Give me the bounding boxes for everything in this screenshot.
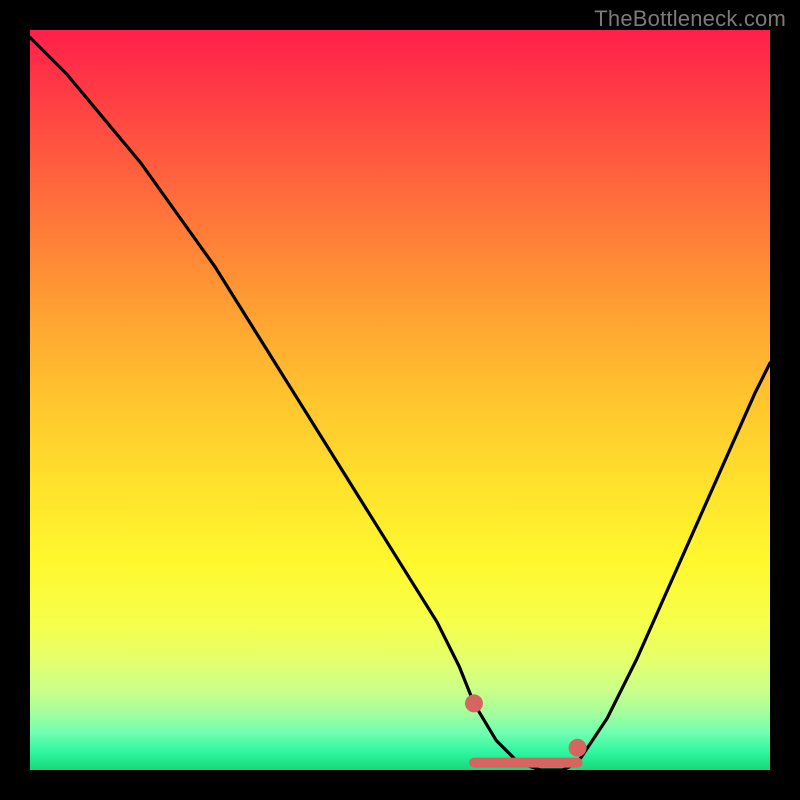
chart-svg (30, 30, 770, 770)
outer-frame: TheBottleneck.com (0, 0, 800, 800)
bottleneck-curve (30, 37, 770, 770)
sweet-spot-start-marker (465, 694, 483, 712)
watermark-text: TheBottleneck.com (594, 6, 786, 32)
sweet-spot-end-marker (569, 739, 587, 757)
chart-area (30, 30, 770, 770)
